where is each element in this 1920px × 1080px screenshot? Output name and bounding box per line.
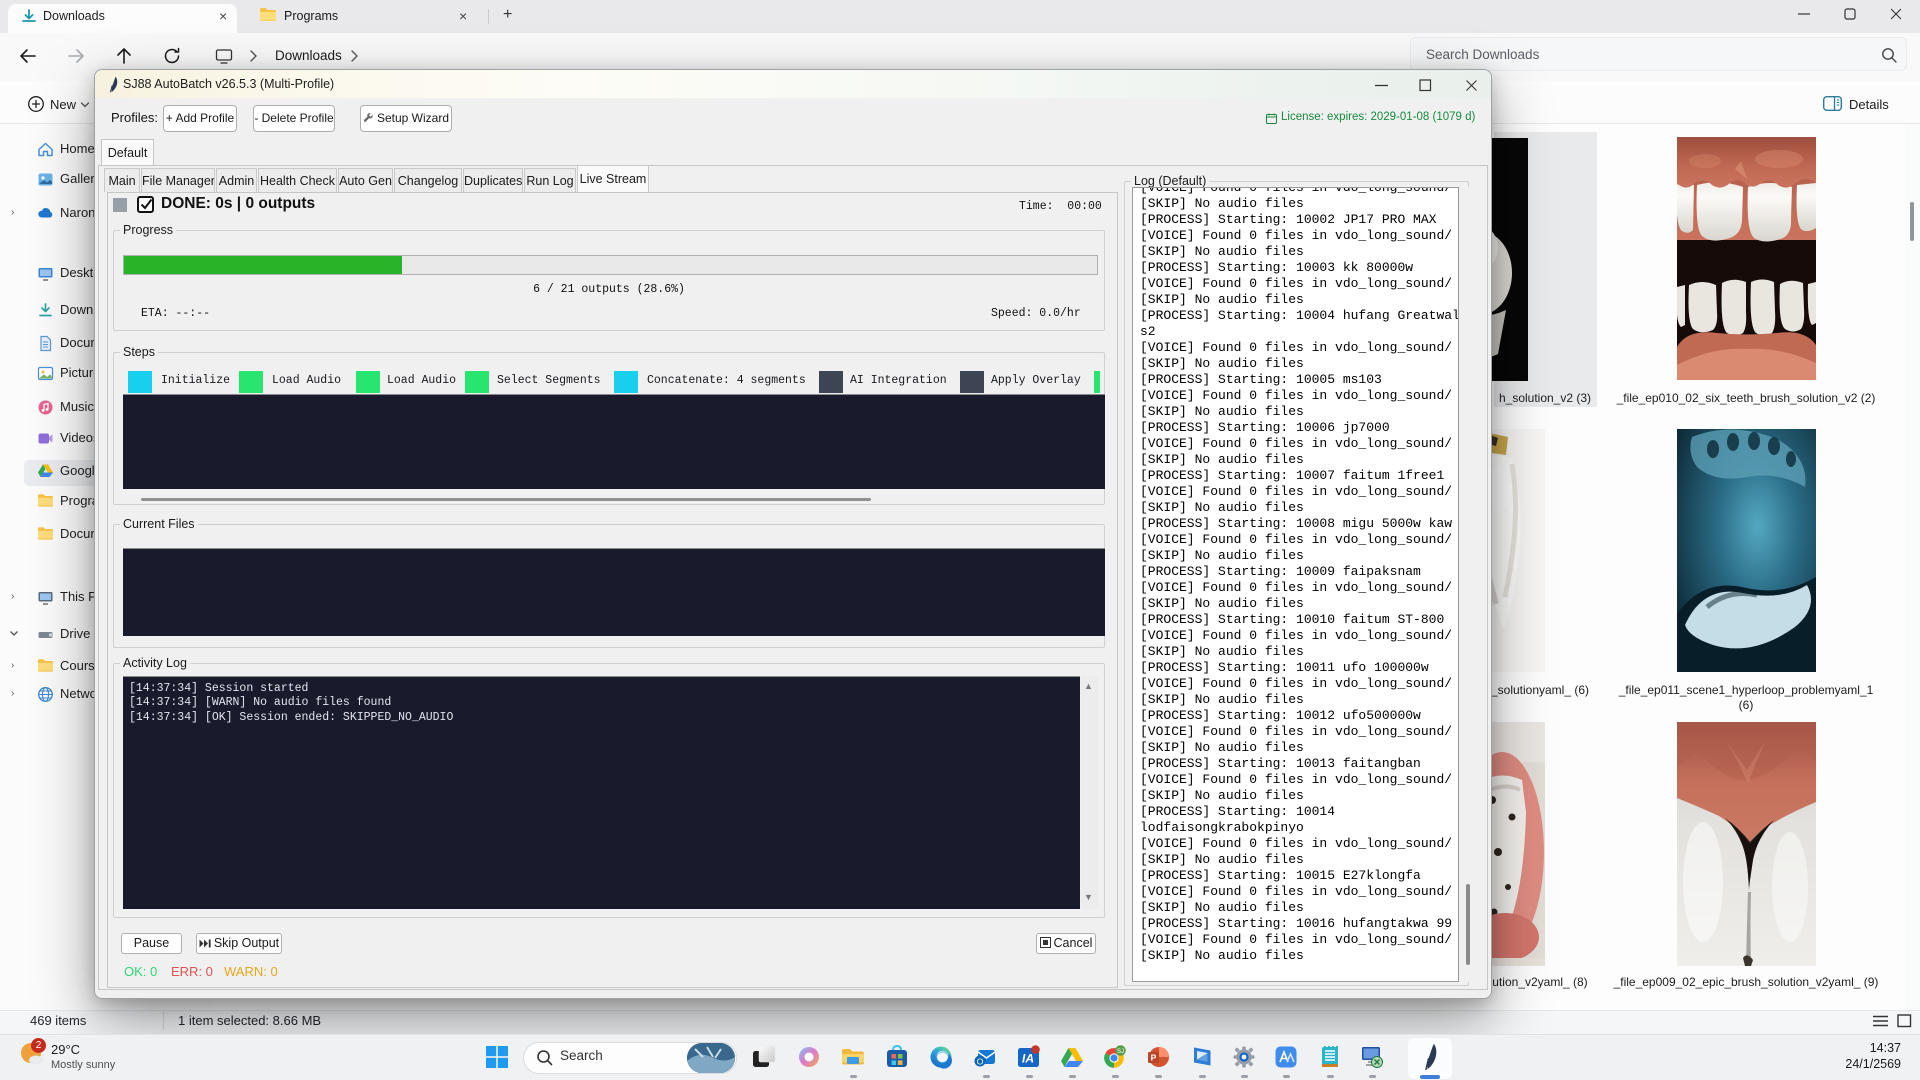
svg-text:IA: IA — [1022, 1052, 1034, 1066]
svg-text:P: P — [1151, 1053, 1157, 1063]
svg-text:SJ: SJ — [1117, 1049, 1124, 1055]
svg-text:O: O — [977, 1057, 984, 1067]
